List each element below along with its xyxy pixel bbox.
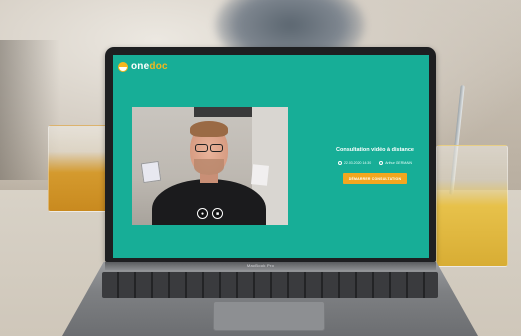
- app-logo[interactable]: onedoc: [118, 61, 168, 72]
- logo-text-suffix: doc: [149, 61, 168, 72]
- user-icon: [379, 161, 384, 165]
- clock-icon: [337, 161, 342, 165]
- laptop-keyboard: [102, 272, 438, 298]
- laptop-screen: onedoc ● ■ Consultation vidéo à distance…: [113, 55, 429, 258]
- consultation-datetime: 22.03.2020 14:30: [343, 161, 372, 165]
- consultation-meta: 22.03.2020 14:30 Arthur GERMAIN: [325, 161, 425, 165]
- logo-text-prefix: one: [131, 61, 150, 72]
- consultation-panel: Consultation vidéo à distance 22.03.2020…: [325, 147, 425, 184]
- patient-name: Arthur GERMAIN: [385, 161, 413, 165]
- laptop-trackpad: [213, 301, 325, 331]
- video-preview: ● ■: [132, 107, 288, 225]
- datetime-item: 22.03.2020 14:30: [337, 161, 372, 165]
- logo-icon: [118, 61, 128, 72]
- patient-item: Arthur GERMAIN: [379, 161, 412, 165]
- drink-glass-right: [436, 145, 508, 267]
- microphone-icon[interactable]: ●: [197, 208, 208, 219]
- camera-icon[interactable]: ■: [212, 208, 223, 219]
- video-controls: ● ■: [132, 208, 288, 219]
- laptop-model-label: MacBook Pro: [246, 263, 275, 268]
- consultation-title: Consultation vidéo à distance: [336, 147, 414, 153]
- person-glasses: [193, 144, 225, 152]
- start-consultation-button[interactable]: DÉMARRER CONSULTATION: [343, 173, 407, 184]
- drink-glass-left: [48, 125, 108, 212]
- logo-text: onedoc: [131, 61, 168, 72]
